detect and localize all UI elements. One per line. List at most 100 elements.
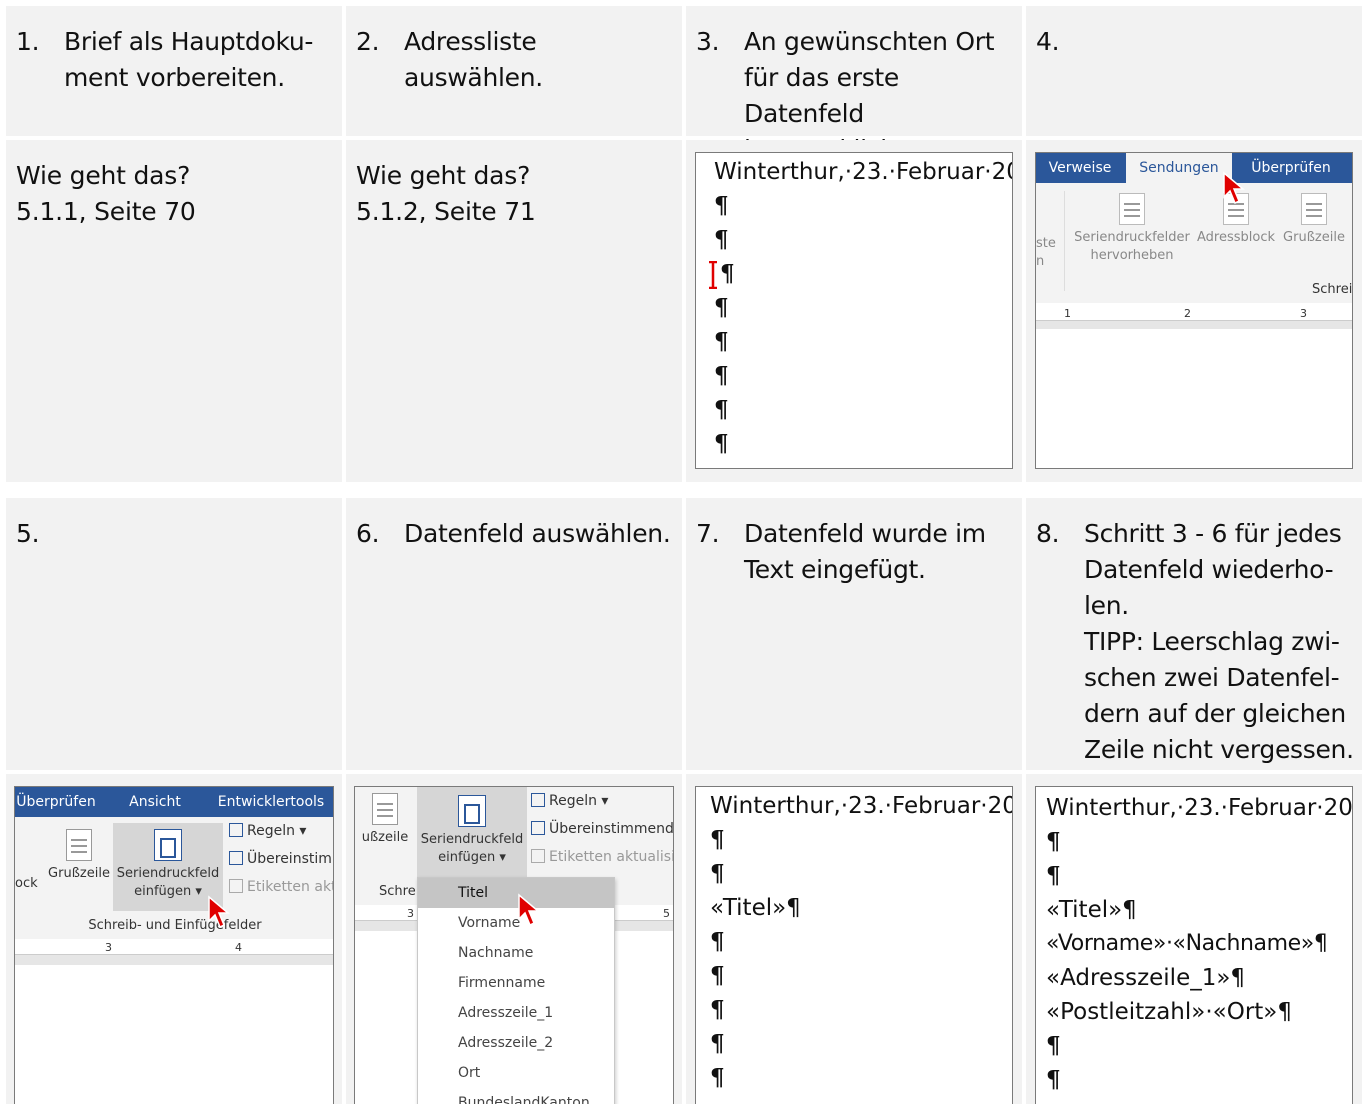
paragraph-mark: ¶ (714, 226, 729, 253)
merge-field-titel: «Titel»¶ (710, 895, 801, 921)
menu-item-titel[interactable]: Titel (418, 878, 614, 908)
ribbon-tab-bar: Verweise Sendungen Überprüfen (1036, 153, 1352, 183)
merge-field-dropdown: Titel Vorname Nachname Firmenname Adress… (417, 877, 615, 1104)
step-number: 3. (696, 27, 720, 56)
paragraph-mark: ¶ (1046, 1032, 1061, 1059)
group-label: Schreib- und Einfügefelder (88, 918, 262, 933)
paragraph-mark: ¶ (1046, 828, 1061, 855)
ribbon-divider (1064, 191, 1065, 291)
step-number: 1. (16, 27, 40, 56)
match-fields-icon (229, 851, 243, 865)
menu-item-adresszeile-1[interactable]: Adresszeile_1 (418, 998, 614, 1028)
insert-merge-field-button[interactable]: Seriendruckfeld einfügen ▾ (417, 787, 527, 879)
paragraph-mark[interactable]: ¶ (720, 257, 735, 291)
menu-item-bundesland[interactable]: BundeslandKanton (418, 1088, 614, 1104)
step-text: Schritt 3 - 6 für jedes Datenfeld wieder… (1084, 519, 1354, 764)
merge-field-titel: «Titel»¶ (1046, 897, 1137, 923)
merge-field-icon (458, 795, 486, 827)
step-text: Adressliste auswählen. (404, 27, 543, 92)
step-5-cell: Überprüfen Ansicht Entwicklertools ock G… (6, 774, 342, 1104)
ruler: 1 2 3 (1036, 307, 1352, 321)
menu-item-vorname[interactable]: Vorname (418, 908, 614, 938)
tab-ueberpruefen[interactable]: Überprüfen (15, 787, 97, 817)
update-labels-button[interactable]: Etiketten akt (229, 879, 333, 895)
partial-button[interactable]: ock (15, 875, 45, 893)
rules-button[interactable]: Regeln ▾ (531, 793, 608, 809)
tab-entwicklertools[interactable]: Entwicklertools (211, 787, 331, 817)
document-icon (66, 829, 92, 861)
doc-date-line: Winterthur,·23.·Februar·20 (710, 793, 1013, 819)
update-labels-button[interactable]: Etiketten aktualisi (531, 849, 673, 865)
doc-date-line: Winterthur,·23.·Februar·20 (1046, 795, 1353, 821)
step-3-cell: Winterthur,·23.·Februar·20 ¶ ¶ ¶ ¶ ¶ ¶ ¶… (686, 140, 1022, 482)
document-screenshot: Winterthur,·23.·Februar·20 ¶ ¶ «Titel»¶ … (1035, 786, 1353, 1104)
paragraph-mark: ¶ (1046, 862, 1061, 889)
ribbon-screenshot-insert-field: Überprüfen Ansicht Entwicklertools ock G… (14, 786, 334, 1104)
step-6-cell: ußzeile Seriendruckfeld einfügen ▾ Regeln… (346, 774, 682, 1104)
ribbon-panel: ock Grußzeile Seriendruckfeld einfügen ▾ … (15, 817, 333, 939)
paragraph-mark: ¶ (710, 1030, 725, 1057)
ruler: 3 4 (15, 941, 333, 955)
step-8-header: 8. Schritt 3 - 6 für jedes Datenfeld wie… (1026, 498, 1362, 770)
match-fields-button[interactable]: Übereinstim (229, 851, 332, 867)
step-number: 6. (356, 519, 380, 548)
paragraph-mark: ¶ (714, 328, 729, 355)
step-number: 8. (1036, 519, 1060, 548)
info-reference[interactable]: 5.1.1, Seite 70 (16, 194, 332, 230)
paragraph-mark: ¶ (710, 996, 725, 1023)
step-5-header: 5. (6, 498, 342, 770)
step-4-header: 4. (1026, 6, 1362, 136)
text-cursor-icon (708, 260, 718, 290)
info-question: Wie geht das? (356, 161, 531, 190)
greeting-line-button[interactable]: Grußzeile (45, 829, 113, 883)
rules-button[interactable]: Regeln ▾ (229, 823, 306, 839)
paragraph-mark: ¶ (710, 860, 725, 887)
ribbon-screenshot-sendungen: Verweise Sendungen Überprüfen ste n Serie… (1035, 152, 1353, 469)
partial-button[interactable]: ste n (1036, 235, 1060, 271)
paragraph-mark: ¶ (714, 362, 729, 389)
tab-ansicht[interactable]: Ansicht (119, 787, 191, 817)
info-question: Wie geht das? (16, 161, 191, 190)
group-label: Schrei (1312, 282, 1353, 297)
step-6-header: 6. Datenfeld auswählen. (346, 498, 682, 770)
tab-verweise[interactable]: Verweise (1036, 153, 1124, 183)
group-label: Schre (379, 884, 416, 899)
match-fields-button[interactable]: Übereinstimmend (531, 821, 673, 837)
merge-field-icon (154, 829, 182, 861)
step-2-info: Wie geht das? 5.1.2, Seite 71 (346, 140, 682, 482)
paragraph-mark: ¶ (710, 826, 725, 853)
step-2-header: 2. Adressliste auswählen. (346, 6, 682, 136)
highlight-fields-button[interactable]: Seriendruckfelder hervorheben (1070, 193, 1194, 265)
menu-item-firmenname[interactable]: Firmenname (418, 968, 614, 998)
menu-item-nachname[interactable]: Nachname (418, 938, 614, 968)
document-screenshot: Winterthur,·23.·Februar·20 ¶ ¶ ¶ ¶ ¶ ¶ ¶… (695, 152, 1013, 469)
greeting-line-button[interactable]: Grußzeile (1280, 193, 1348, 247)
tab-sendungen[interactable]: Sendungen (1126, 153, 1232, 183)
step-3-header: 3. An gewünschten Ort für das erste Daten… (686, 6, 1022, 164)
step-number: 7. (696, 519, 720, 548)
ruler-band (1036, 321, 1352, 329)
step-text: Datenfeld auswählen. (404, 519, 671, 548)
tab-ueberpruefen[interactable]: Überprüfen (1236, 153, 1346, 183)
menu-item-ort[interactable]: Ort (418, 1058, 614, 1088)
ribbon-screenshot-field-menu: ußzeile Seriendruckfeld einfügen ▾ Regeln… (354, 786, 674, 1104)
info-reference[interactable]: 5.1.2, Seite 71 (356, 194, 672, 230)
paragraph-mark: ¶ (710, 928, 725, 955)
doc-date-line: Winterthur,·23.·Februar·20 (714, 159, 1013, 185)
menu-item-adresszeile-2[interactable]: Adresszeile_2 (418, 1028, 614, 1058)
paragraph-mark: ¶ (714, 192, 729, 219)
document-icon (372, 793, 398, 825)
rules-icon (531, 793, 545, 807)
paragraph-mark: ¶ (1046, 1066, 1061, 1093)
step-number: 5. (16, 519, 40, 548)
step-number: 2. (356, 27, 380, 56)
document-icon (1301, 193, 1327, 225)
update-labels-icon (229, 879, 243, 893)
step-number: 4. (1036, 27, 1060, 56)
step-text: Brief als Hauptdoku-ment vorbereiten. (64, 27, 314, 92)
step-7-cell: Winterthur,·23.·Februar·20 ¶ ¶ «Titel»¶ … (686, 774, 1022, 1104)
update-labels-icon (531, 849, 545, 863)
greeting-line-button[interactable]: ußzeile (355, 793, 415, 847)
ribbon-tab-bar: Überprüfen Ansicht Entwicklertools (15, 787, 333, 817)
ribbon-panel: ste n Seriendruckfelder hervorheben Adress… (1036, 183, 1352, 303)
